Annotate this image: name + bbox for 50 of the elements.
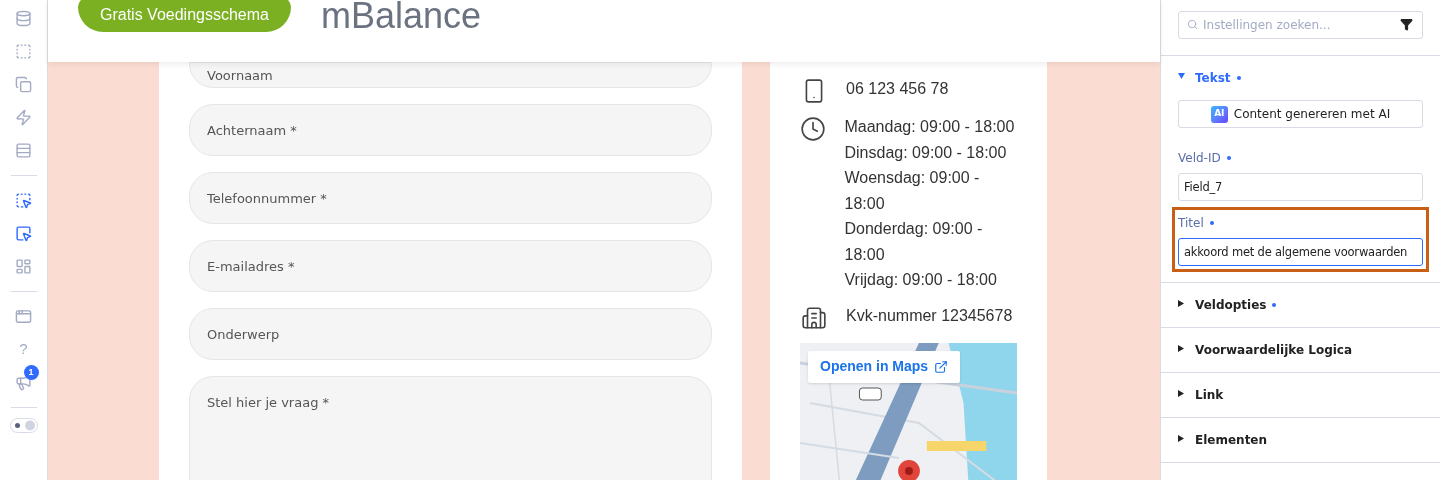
- input-field[interactable]: Voornaam: [189, 62, 712, 88]
- search-icon: [1187, 19, 1198, 30]
- text-input[interactable]: Field_7: [1178, 173, 1423, 201]
- message-field[interactable]: Stel hier je vraag *: [189, 376, 712, 480]
- contact-text: Maandag: 09:00 - 18:00: [844, 117, 1016, 137]
- contact-text: Woensdag: 09:00 - 18:00: [844, 168, 981, 214]
- section-header[interactable]: Veldopties: [1161, 283, 1440, 327]
- section-header[interactable]: Voorwaardelijke Logica: [1161, 328, 1440, 372]
- building-icon: [801, 304, 827, 331]
- contact-text: Donderdag: 09:00 - 18:00: [844, 219, 984, 265]
- settings-search-field[interactable]: Instellingen zoeken...: [1178, 11, 1423, 39]
- rows-icon: [15, 142, 32, 159]
- input-field[interactable]: E-mailadres *: [189, 240, 712, 292]
- contact-text: 06 123 456 78: [846, 79, 949, 99]
- rail-button[interactable]: 1: [7, 368, 40, 397]
- section-header[interactable]: Link: [1161, 373, 1440, 417]
- field-label: Titel: [1178, 215, 1204, 232]
- contact-text: Dinsdag: 09:00 - 18:00: [844, 142, 1008, 163]
- filter-icon: [1400, 18, 1413, 31]
- open-in-maps-link[interactable]: Openen in Maps: [808, 350, 961, 383]
- contact-text: Vrijdag: 09:00 - 18:00: [844, 270, 998, 290]
- caret-icon: [1178, 299, 1185, 307]
- layout-icon: [15, 258, 32, 275]
- clock-icon: [800, 116, 827, 142]
- dashed-square-icon: [15, 43, 32, 60]
- section-header[interactable]: Tekst: [1161, 56, 1440, 100]
- ai-generate-button[interactable]: AI Content genereren met AI: [1178, 100, 1423, 128]
- database-icon: [15, 10, 32, 27]
- external-link-icon: [934, 359, 949, 374]
- select-icon: [15, 225, 32, 242]
- input-field[interactable]: Achternaam *: [189, 104, 712, 156]
- copy-icon: [15, 76, 32, 93]
- lightning-icon: [15, 109, 32, 126]
- input-field[interactable]: Telefoonnummer *: [189, 172, 712, 224]
- window-icon: [15, 308, 32, 325]
- toggle-switch-icon[interactable]: [9, 418, 38, 433]
- field-label: Veld-ID: [1178, 150, 1221, 167]
- input-field[interactable]: Onderwerp: [189, 308, 712, 360]
- select-icon: [15, 192, 32, 209]
- notification-badge: 1: [23, 365, 39, 380]
- caret-icon: [1178, 434, 1185, 442]
- ai-icon: AI: [1210, 105, 1228, 123]
- caret-icon: [1178, 344, 1185, 352]
- caret-icon: [1178, 389, 1185, 397]
- section-header[interactable]: Elementen: [1161, 418, 1440, 462]
- logo-text: mBalance: [321, 0, 482, 38]
- caret-icon: [1178, 72, 1185, 80]
- megaphone-icon: [15, 374, 32, 391]
- text-input[interactable]: akkoord met de algemene voorwaarden: [1178, 238, 1423, 266]
- contact-text: Kvk-nummer 12345678: [846, 305, 1013, 326]
